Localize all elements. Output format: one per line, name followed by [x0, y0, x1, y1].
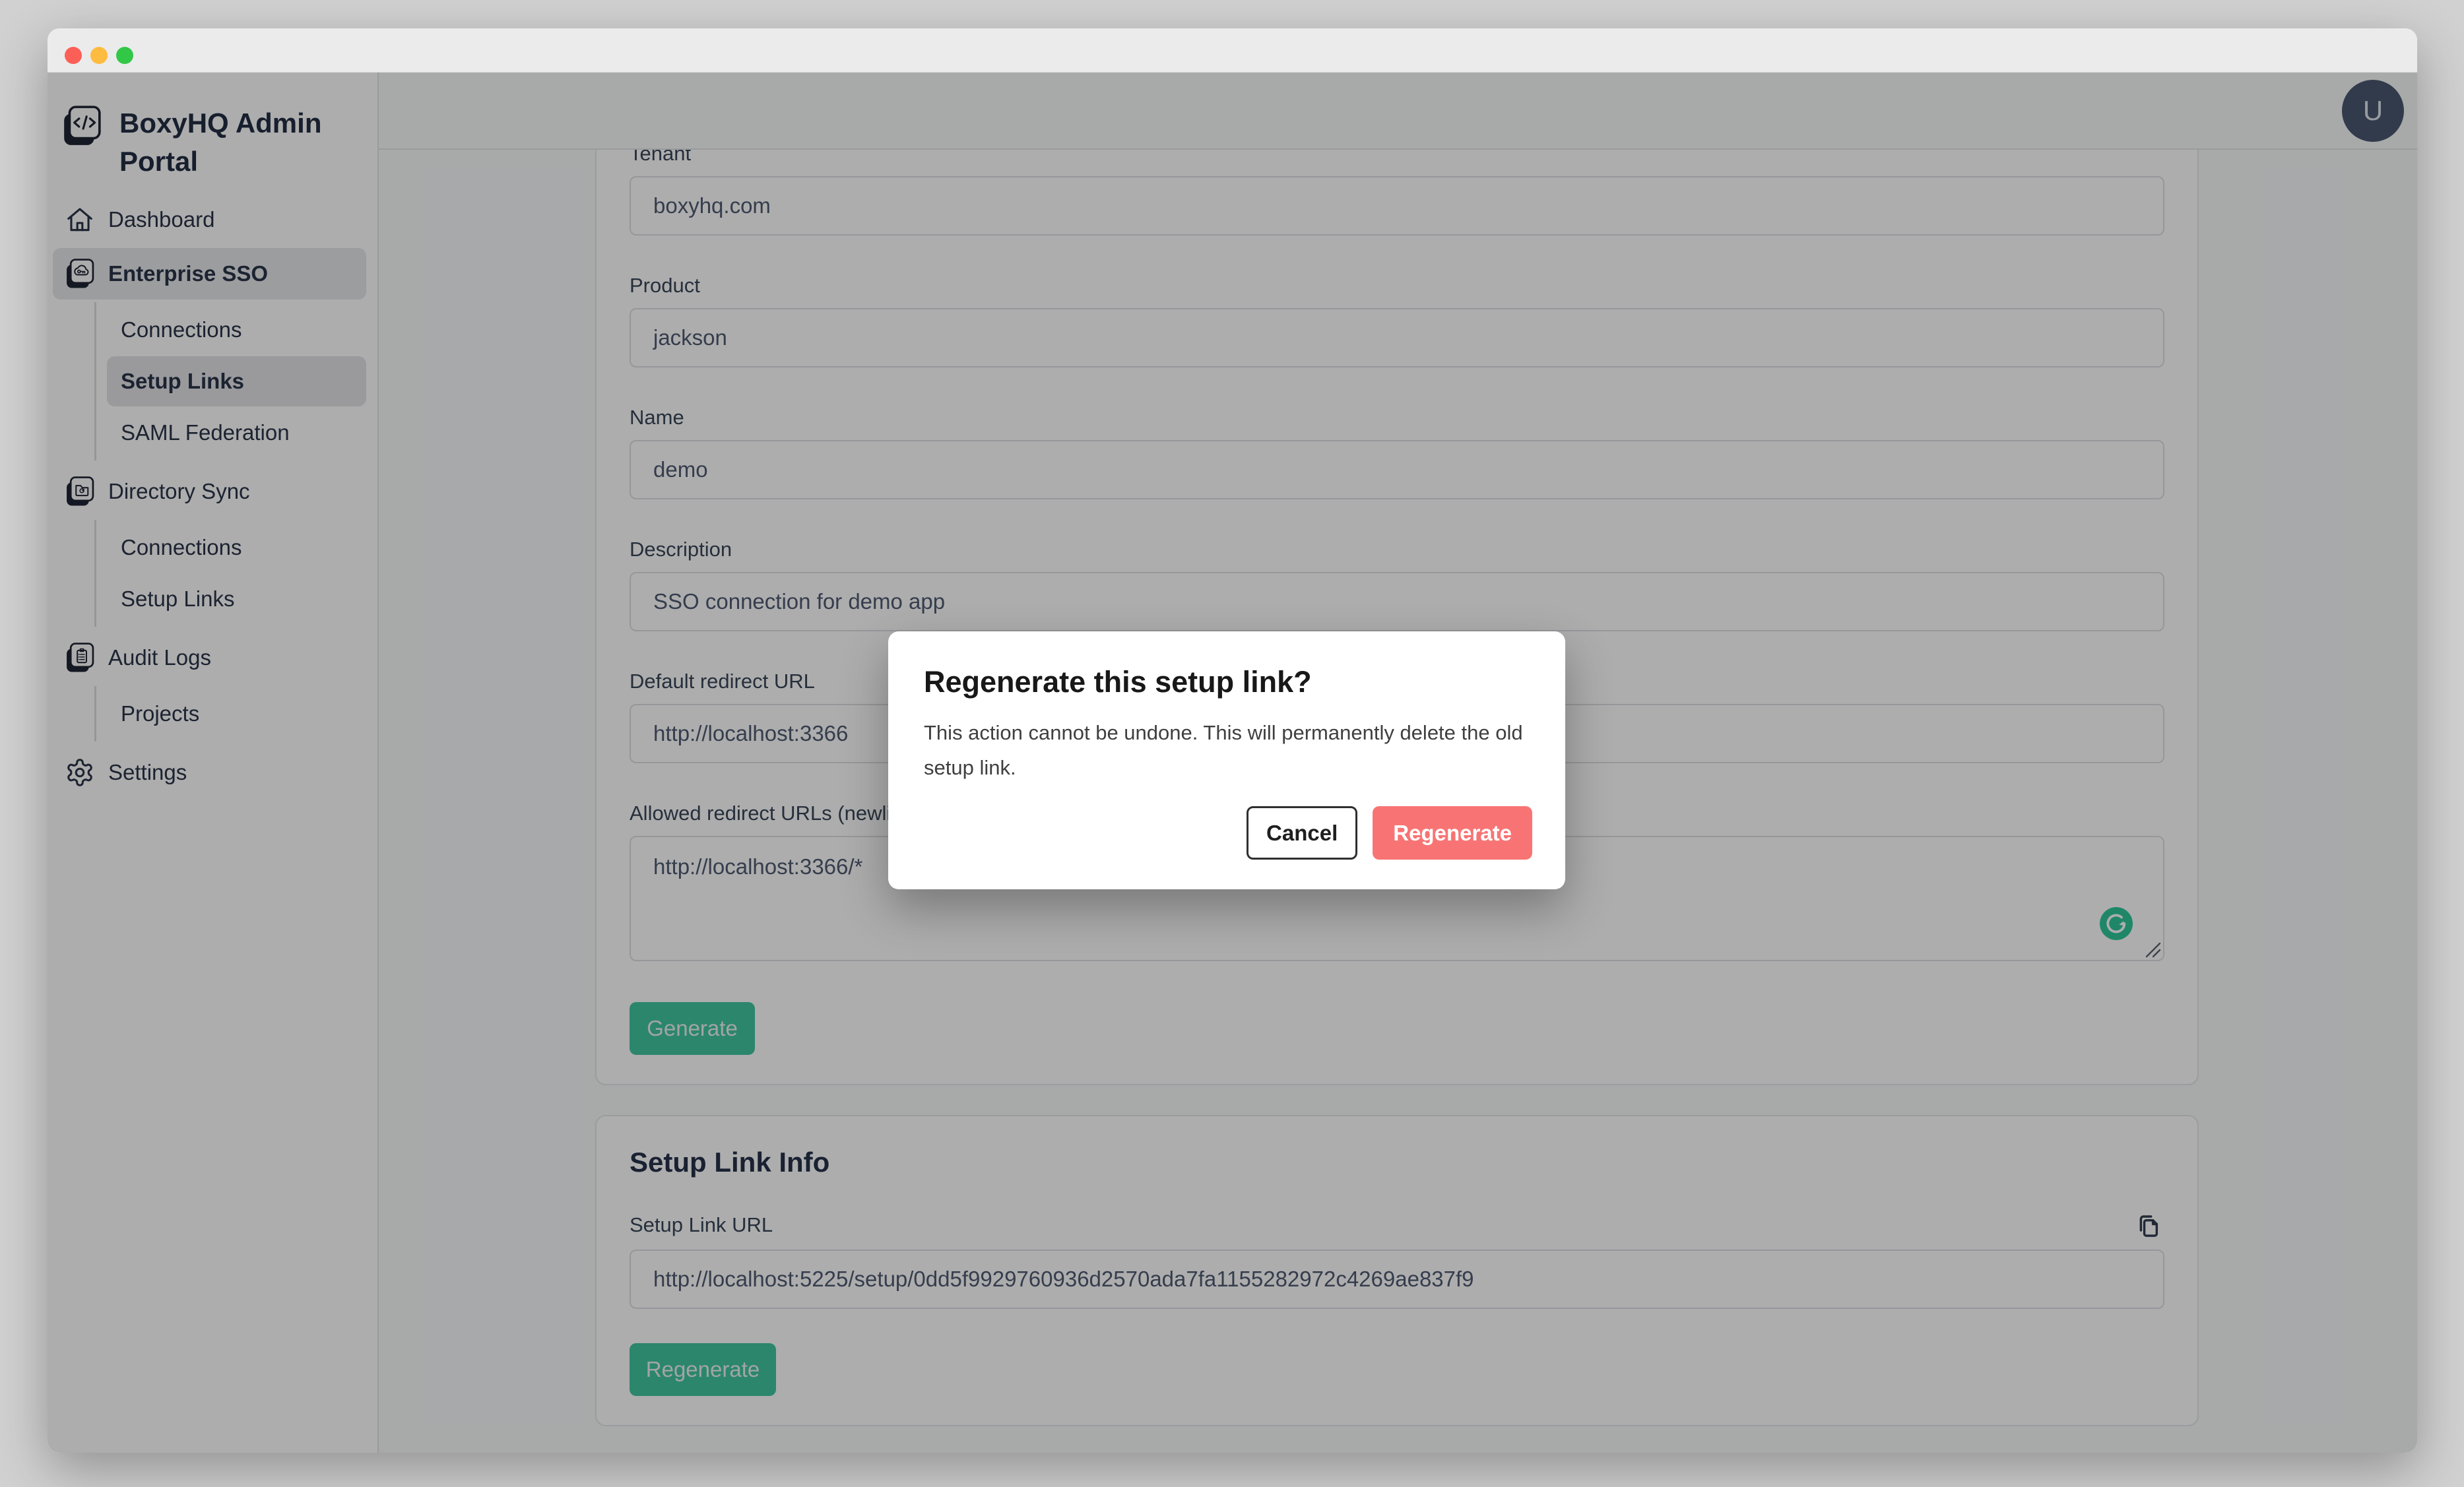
window-titlebar — [48, 28, 2417, 73]
modal-body-text: This action cannot be undone. This will … — [924, 715, 1532, 785]
modal-actions: Cancel Regenerate — [1247, 806, 1532, 860]
close-window-button[interactable] — [65, 47, 82, 64]
regenerate-confirm-modal: Regenerate this setup link? This action … — [888, 631, 1565, 889]
minimize-window-button[interactable] — [90, 47, 108, 64]
app-body: BoxyHQ Admin Portal Dashboard — [48, 73, 2417, 1453]
cancel-button[interactable]: Cancel — [1247, 806, 1357, 860]
modal-title: Regenerate this setup link? — [924, 665, 1532, 699]
confirm-regenerate-button[interactable]: Regenerate — [1373, 806, 1532, 860]
app-window: BoxyHQ Admin Portal Dashboard — [48, 28, 2417, 1453]
zoom-window-button[interactable] — [116, 47, 133, 64]
